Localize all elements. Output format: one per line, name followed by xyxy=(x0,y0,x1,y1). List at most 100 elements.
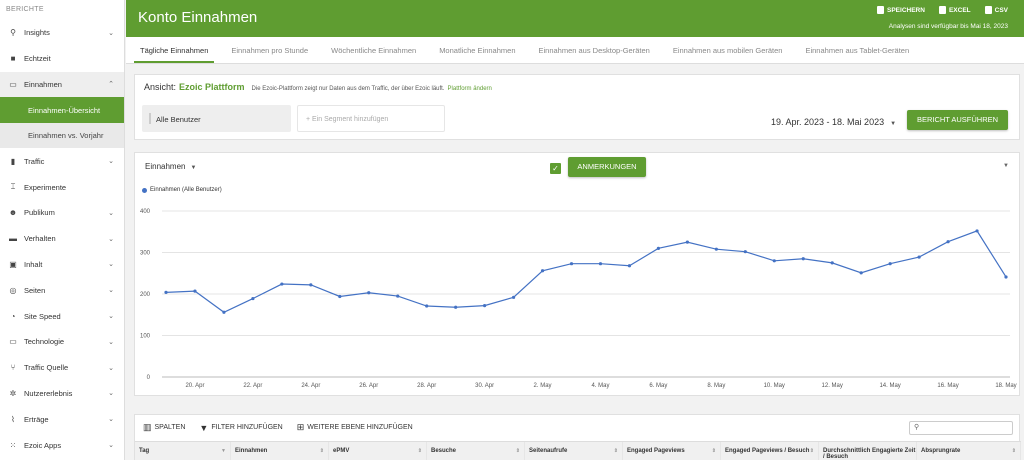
column-header[interactable]: Besuche ⇕ xyxy=(427,442,525,460)
sidebar-item-erträge[interactable]: ⌇ Erträge ⌄ xyxy=(0,406,124,432)
chevron-down-icon: ⌄ xyxy=(108,338,114,346)
data-point[interactable] xyxy=(975,229,979,233)
save-button[interactable]: SPEICHERN xyxy=(877,6,925,14)
x-tick-label: 14. May xyxy=(879,383,900,389)
tab-6[interactable]: Einnahmen aus Tablet-Geräten xyxy=(799,37,915,63)
data-point[interactable] xyxy=(627,264,632,268)
sort-icon[interactable]: ▼ xyxy=(221,448,226,454)
data-point[interactable] xyxy=(685,240,689,244)
data-point[interactable] xyxy=(569,262,574,266)
column-header-label: Seitenaufrufe xyxy=(529,448,568,454)
csv-file-icon xyxy=(984,6,992,14)
data-point[interactable] xyxy=(830,261,834,265)
column-header[interactable]: Durchschnittlich Engagierte Zeit / Besuc… xyxy=(819,442,917,460)
column-header[interactable]: Absprungrate ⇕ xyxy=(917,442,1021,460)
data-point[interactable] xyxy=(511,295,516,299)
change-platform-link[interactable]: Plattform ändern xyxy=(448,86,492,92)
y-tick-label: 400 xyxy=(140,209,151,215)
behavior-icon: ▬ xyxy=(9,234,17,244)
column-header[interactable]: ePMV ⇕ xyxy=(329,442,427,460)
column-header[interactable]: Engaged Pageviews ⇕ xyxy=(623,442,721,460)
tab-4[interactable]: Einnahmen aus Desktop-Geräten xyxy=(532,37,655,63)
csv-button[interactable]: CSV xyxy=(984,6,1008,14)
search-icon: ⚲ xyxy=(914,424,920,431)
sidebar-item-traffic[interactable]: ▮ Traffic ⌄ xyxy=(0,148,124,174)
sidebar-item-verhalten[interactable]: ▬ Verhalten ⌄ xyxy=(0,226,124,252)
data-point[interactable] xyxy=(367,291,371,295)
data-point[interactable] xyxy=(396,294,400,298)
x-tick-label: 10. May xyxy=(764,383,785,389)
data-point[interactable] xyxy=(772,259,776,263)
sidebar-subitem[interactable]: Einnahmen vs. Vorjahr xyxy=(0,122,124,149)
data-point[interactable] xyxy=(859,271,863,275)
table-search-input[interactable]: ⚲ xyxy=(909,421,1013,435)
sidebar-item-inhalt[interactable]: ▣ Inhalt ⌄ xyxy=(0,252,124,278)
sidebar-item-technologie[interactable]: ▭ Technologie ⌄ xyxy=(0,329,124,355)
tool-add-level-button[interactable]: ⊞ WEITERE EBENE HINZUFÜGEN xyxy=(297,422,413,433)
sidebar-item-ezoic-apps[interactable]: ⁙ Ezoic Apps ⌄ xyxy=(0,432,124,458)
column-header[interactable]: Engaged Pageviews / Besuch ⇕ xyxy=(721,442,819,460)
tab-2[interactable]: Wöchentliche Einnahmen xyxy=(325,37,422,63)
data-point[interactable] xyxy=(309,283,313,287)
sidebar-item-publikum[interactable]: ☻ Publikum ⌄ xyxy=(0,200,124,226)
data-point[interactable] xyxy=(743,250,747,254)
data-point[interactable] xyxy=(338,294,342,299)
data-point[interactable] xyxy=(540,269,545,273)
data-point[interactable] xyxy=(454,305,458,309)
sort-icon[interactable]: ⇕ xyxy=(712,448,716,454)
run-report-button[interactable]: BERICHT AUSFÜHREN xyxy=(907,110,1008,130)
x-tick-label: 26. Apr xyxy=(359,383,378,389)
sort-icon[interactable]: ⇕ xyxy=(418,448,422,454)
sidebar-item-site-speed[interactable]: ◔ Site Speed ⌄ xyxy=(0,303,124,329)
data-point[interactable] xyxy=(193,289,197,293)
data-point[interactable] xyxy=(251,296,255,301)
sidebar-list: ⚲ Insights ⌄ ■ Echtzeit ▭ Einnahmen ⌃ Einnahmen-… xyxy=(0,20,124,458)
data-point[interactable] xyxy=(222,310,226,314)
sort-icon[interactable]: ⇕ xyxy=(516,448,520,454)
data-point[interactable] xyxy=(801,257,805,261)
date-range-picker[interactable]: 19. Apr. 2023 - 18. Mai 2023 ▼ xyxy=(771,117,896,127)
data-point[interactable] xyxy=(483,304,487,308)
data-point[interactable] xyxy=(714,247,718,251)
sidebar-item-nutzererlebnis[interactable]: ✲ Nutzererlebnis ⌄ xyxy=(0,381,124,407)
sidebar-subitem[interactable]: Einnahmen-Übersicht xyxy=(0,97,124,123)
data-point[interactable] xyxy=(164,290,168,294)
data-point[interactable] xyxy=(280,282,284,286)
data-point[interactable] xyxy=(888,262,892,266)
tab-5[interactable]: Einnahmen aus mobilen Geräten xyxy=(667,37,789,63)
tool-columns-button[interactable]: ▥ SPALTEN xyxy=(143,422,185,433)
column-header[interactable]: Einnahmen ⇕ xyxy=(231,442,329,460)
sort-icon[interactable]: ⇕ xyxy=(1012,448,1016,454)
column-header-label: Durchschnittlich Engagierte Zeit / Besuc… xyxy=(823,448,916,460)
sort-icon[interactable]: ⇕ xyxy=(614,448,618,454)
tool-filter-button[interactable]: ▼ FILTER HINZUFÜGEN xyxy=(199,422,282,433)
data-point[interactable] xyxy=(946,240,950,244)
sidebar-item-echtzeit[interactable]: ■ Echtzeit xyxy=(0,46,124,72)
data-point[interactable] xyxy=(1004,275,1008,279)
sidebar-item-traffic-quelle[interactable]: ⑂ Traffic Quelle ⌄ xyxy=(0,355,124,381)
add-segment-input[interactable]: + Ein Segment hinzufügen xyxy=(297,105,445,132)
sidebar-item-seiten[interactable]: ◎ Seiten ⌄ xyxy=(0,277,124,303)
sort-icon[interactable]: ⇕ xyxy=(320,448,324,454)
tab-3[interactable]: Monatliche Einnahmen xyxy=(433,37,521,63)
apps-icon: ⁙ xyxy=(9,440,17,450)
excel-button[interactable]: EXCEL xyxy=(938,6,971,14)
data-point[interactable] xyxy=(598,262,603,266)
column-header[interactable]: Seitenaufrufe ⇕ xyxy=(525,442,623,460)
sidebar-item-experimente[interactable]: ⌶ Experimente xyxy=(0,174,124,200)
sort-icon[interactable]: ⇕ xyxy=(908,448,912,454)
chevron-down-icon: ⌄ xyxy=(108,261,114,269)
x-tick-label: 20. Apr xyxy=(185,383,204,389)
x-tick-label: 30. Apr xyxy=(475,383,494,389)
column-header[interactable]: Tag ▼ xyxy=(135,442,231,460)
sidebar-item-insights[interactable]: ⚲ Insights ⌄ xyxy=(0,20,124,46)
sort-icon[interactable]: ⇕ xyxy=(810,448,814,454)
tab-0[interactable]: Tägliche Einnahmen xyxy=(134,37,215,63)
data-point[interactable] xyxy=(917,255,921,259)
tab-1[interactable]: Einnahmen pro Stunde xyxy=(225,37,314,63)
data-point[interactable] xyxy=(656,246,661,250)
data-point[interactable] xyxy=(425,304,429,308)
segment-all-users[interactable]: Alle Benutzer xyxy=(142,105,291,132)
sidebar-item-einnahmen[interactable]: ▭ Einnahmen ⌃ xyxy=(0,71,124,98)
chevron-down-icon: ⌄ xyxy=(108,158,114,166)
